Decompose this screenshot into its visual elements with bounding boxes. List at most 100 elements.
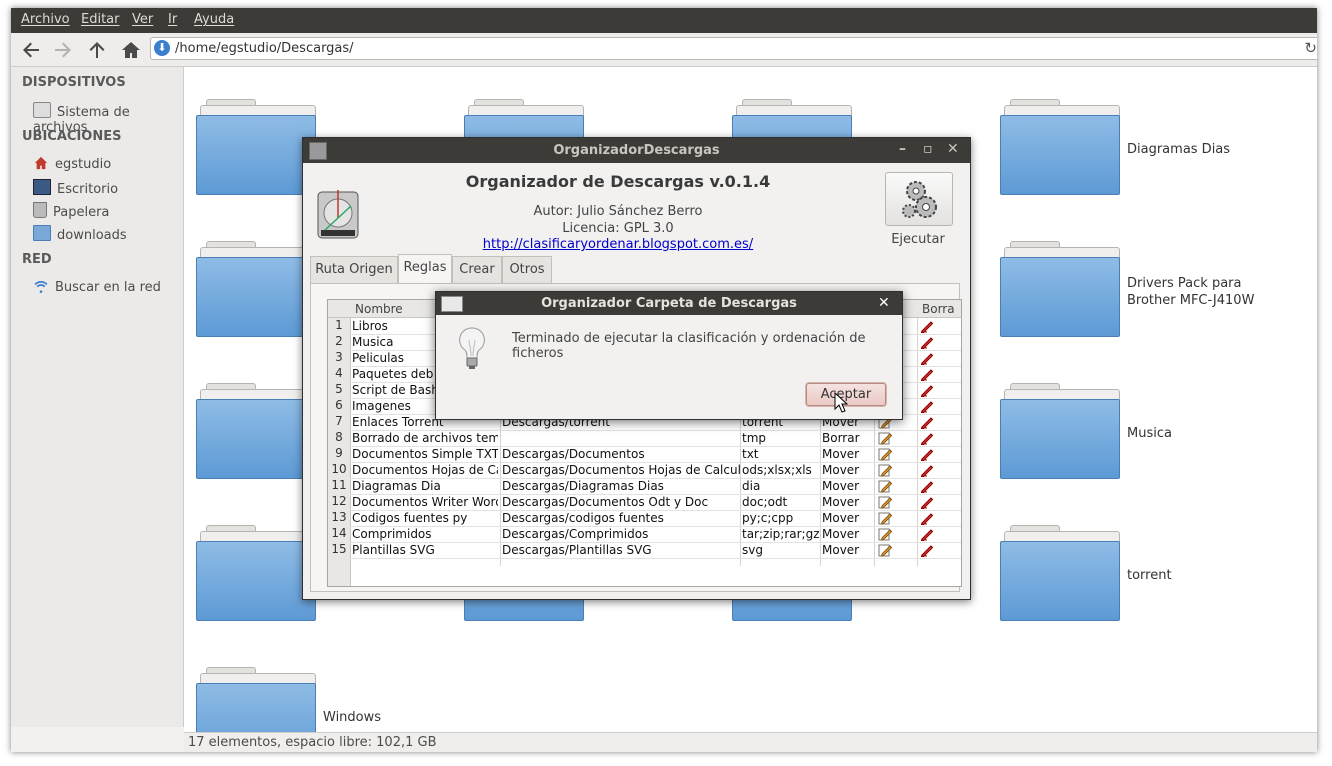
delete-icon[interactable] [920,495,934,509]
sidebar-item-buscar-red[interactable]: Buscar en la red [33,279,161,295]
edit-icon[interactable] [878,527,892,541]
row-number: 8 [335,430,343,444]
folder-icon [33,225,51,241]
sidebar-item-papelera[interactable]: Papelera [33,202,109,220]
delete-icon[interactable] [920,415,934,429]
table-row[interactable]: Borrado de archivos tempor tmp Borrar [350,430,961,447]
delete-icon[interactable] [920,431,934,445]
folder-icon[interactable] [1000,525,1122,623]
edit-icon[interactable] [878,431,892,445]
sidebar-item-egstudio[interactable]: egstudio [33,156,111,172]
delete-icon[interactable] [920,399,934,413]
folder-label-windows[interactable]: Windows [323,709,381,726]
cell-extensions: tmp [742,431,767,445]
table-row[interactable]: Documentos Hojas de Calcu Descargas/Docum… [350,462,961,479]
menubar: Archivo Editar Ver Ir Ayuda [11,8,1317,33]
edit-icon[interactable] [878,495,892,509]
edit-icon[interactable] [878,447,892,461]
menu-archivo[interactable]: Archivo [21,12,70,27]
menu-editar[interactable]: Editar [81,12,120,27]
folder-icon[interactable] [1000,241,1122,339]
tab-reglas[interactable]: Reglas [398,254,452,283]
location-bar[interactable]: ⬇ /home/egstudio/Descargas/ ↻ [150,37,1317,60]
home-icon [34,156,48,170]
folder-icon[interactable] [1000,99,1122,197]
row-number: 4 [335,366,343,380]
menu-ayuda[interactable]: Ayuda [194,12,234,27]
folder-label-musica[interactable]: Musica [1127,425,1172,442]
delete-icon[interactable] [920,447,934,461]
download-folder-icon: ⬇ [154,40,170,56]
cell-name: Codigos fuentes py [352,511,468,525]
back-icon[interactable] [19,38,43,62]
delete-icon[interactable] [920,383,934,397]
sidebar-item-label: Escritorio [57,182,119,197]
close-icon[interactable]: ✕ [878,295,890,311]
delete-icon[interactable] [920,479,934,493]
cell-extensions: svg [742,543,763,557]
edit-icon[interactable] [878,463,892,477]
table-row[interactable]: Documentos Simple TXT Descargas/Documento… [350,446,961,463]
edit-icon[interactable] [878,543,892,557]
run-button[interactable] [885,172,953,226]
folder-icon[interactable] [1000,383,1122,481]
cell-name: Borrado de archivos tempor [352,431,498,445]
toolbar: ⬇ /home/egstudio/Descargas/ ↻ [11,33,1317,67]
app-url-link[interactable]: http://clasificaryordenar.blogspot.com.e… [303,237,933,251]
cell-name: Diagramas Dia [352,479,441,493]
cell-destination: Descargas/Comprimidos [502,527,649,541]
table-row[interactable]: Comprimidos Descargas/Comprimidos tar;zip;… [350,526,961,543]
tab-crear[interactable]: Crear [452,256,502,283]
edit-icon[interactable] [878,511,892,525]
delete-icon[interactable] [920,351,934,365]
folder-icon[interactable] [196,383,318,481]
delete-icon[interactable] [920,319,934,333]
file-manager-window: Archivo Editar Ver Ir Ayuda ⬇ /home/egst… [11,8,1317,752]
app-heading: Organizador de Descargas v.0.1.4 [465,172,771,191]
folder-label-drivers[interactable]: Drivers Pack para Brother MFC-J410W [1127,275,1267,309]
cursor-icon [834,392,848,413]
gears-icon [902,181,937,218]
folder-icon[interactable] [196,525,318,623]
minimize-icon[interactable]: – [899,141,906,157]
cell-action: Mover [822,527,860,541]
sidebar-item-downloads[interactable]: downloads [33,225,127,243]
folder-label-diagramas[interactable]: Diagramas Dias [1127,141,1230,158]
table-row[interactable]: Plantillas SVG Descargas/Plantillas SVG sv… [350,542,961,559]
folder-icon[interactable] [196,241,318,339]
table-row[interactable]: Diagramas Dia Descargas/Diagramas Dias dia… [350,478,961,495]
edit-icon[interactable] [878,479,892,493]
sidebar-item-label: Buscar en la red [55,280,161,295]
menu-ver[interactable]: Ver [132,12,153,27]
desktop-icon [33,179,51,195]
harddisk-icon [33,102,51,118]
table-row[interactable]: Documentos Writer Word Descargas/Document… [350,494,961,511]
delete-icon[interactable] [920,367,934,381]
row-number: 11 [331,478,347,492]
reload-icon[interactable]: ↻ [1304,39,1317,57]
delete-icon[interactable] [920,463,934,477]
tab-otros[interactable]: Otros [502,256,552,283]
window-titlebar: OrganizadorDescargas – ▫ ✕ [303,138,970,163]
cell-action: Mover [822,511,860,525]
row-number: 12 [331,494,347,508]
folder-label-torrent[interactable]: torrent [1127,567,1172,584]
delete-icon[interactable] [920,543,934,557]
tab-ruta-origen[interactable]: Ruta Origen [310,256,398,283]
table-row[interactable]: Codigos fuentes py Descargas/codigos fuen… [350,510,961,527]
sidebar-item-escritorio[interactable]: Escritorio [33,179,118,197]
delete-icon[interactable] [920,511,934,525]
delete-icon[interactable] [920,527,934,541]
maximize-icon[interactable]: ▫ [923,141,933,157]
home-icon[interactable] [119,38,143,62]
cell-name: Documentos Writer Word [352,495,498,509]
status-text: 17 elementos, espacio libre: 102,1 GB [188,735,437,750]
forward-icon[interactable] [51,38,75,62]
close-icon[interactable]: ✕ [947,141,959,157]
row-number: 15 [331,542,347,556]
up-icon[interactable] [85,38,109,62]
menu-ir[interactable]: Ir [168,12,177,27]
folder-icon[interactable] [196,99,318,197]
cell-extensions: tar;zip;rar;gz [742,527,820,541]
delete-icon[interactable] [920,335,934,349]
